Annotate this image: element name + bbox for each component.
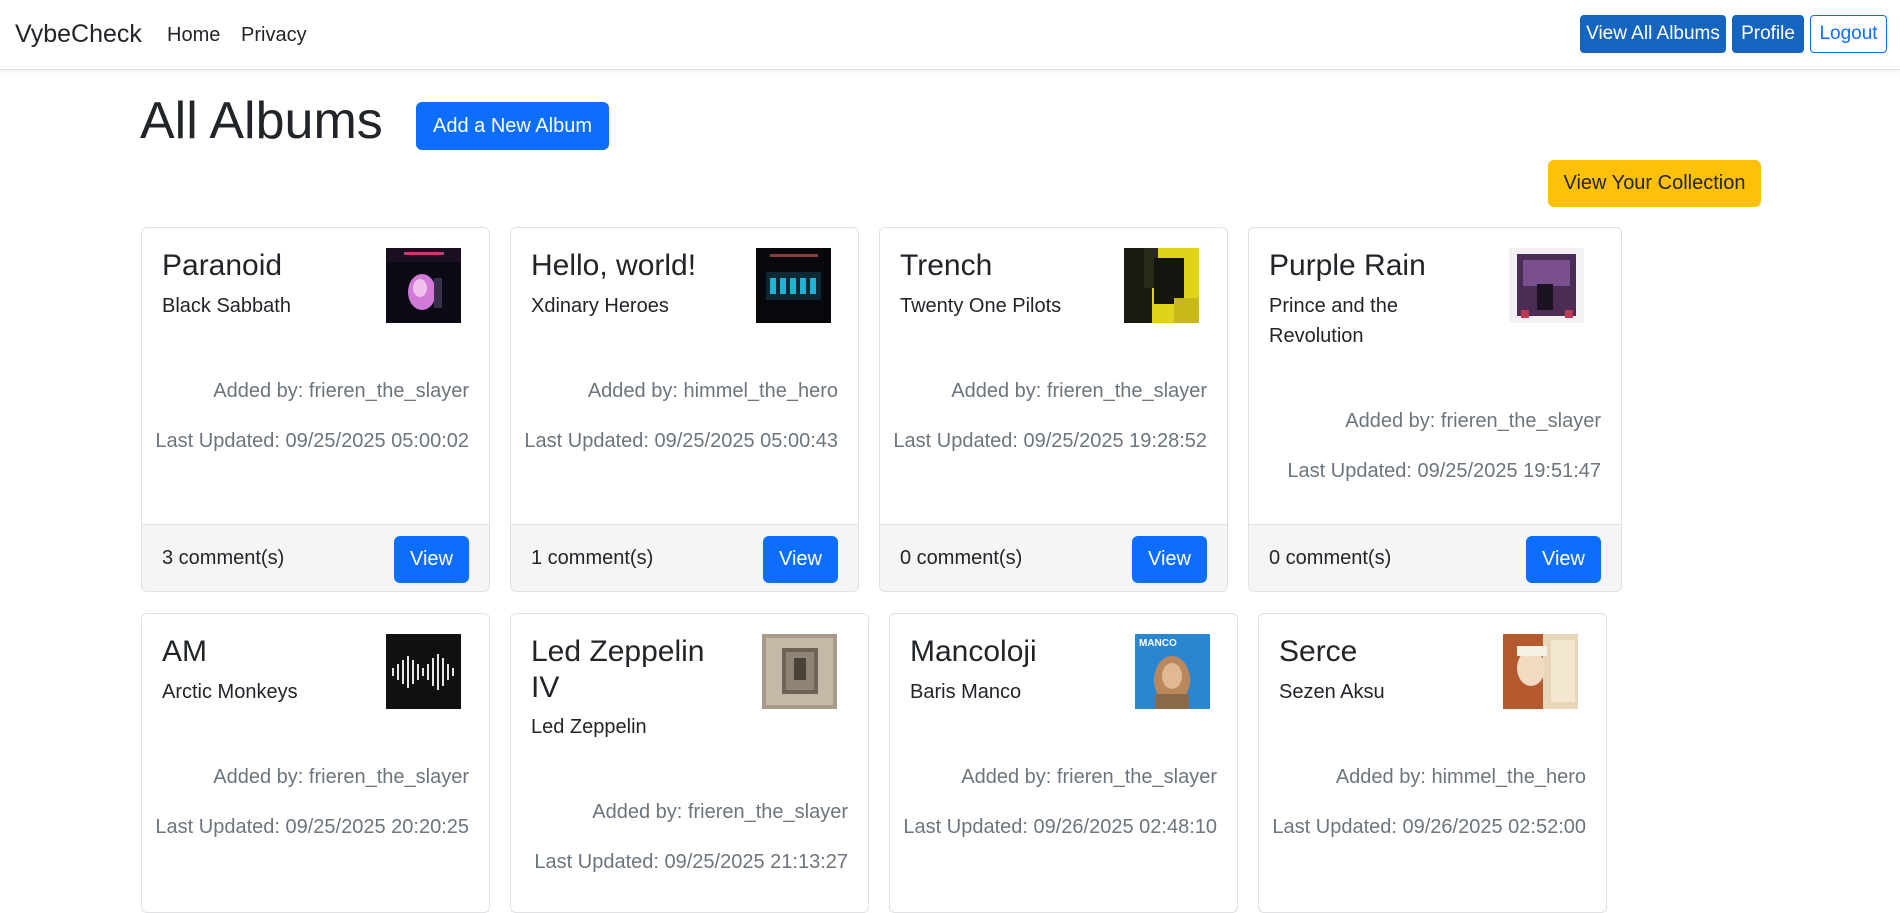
view-album-button[interactable]: View [763, 536, 838, 583]
album-cover [1503, 634, 1578, 709]
album-artist: Arctic Monkeys [162, 681, 298, 703]
added-by: Added by: himmel_the_hero [587, 380, 838, 402]
card-footer: 1 comment(s) View [511, 524, 858, 591]
comment-count: 3 comment(s) [162, 547, 285, 569]
profile-button[interactable]: Profile [1732, 15, 1804, 53]
added-by: Added by: frieren_the_slayer [213, 766, 469, 788]
added-by: Added by: frieren_the_slayer [1345, 410, 1601, 432]
album-title: Serce [1279, 635, 1358, 668]
album-title: Hello, world! [531, 249, 697, 282]
album-cover [386, 248, 461, 323]
album-artist: Prince and the Revolution [1269, 295, 1398, 347]
album-cover [1124, 248, 1199, 323]
added-by: Added by: himmel_the_hero [1335, 766, 1586, 788]
album-cover [386, 634, 461, 709]
last-updated: Last Updated: 09/25/2025 19:51:47 [1287, 460, 1601, 482]
album-card: Mancoloji Baris Manco MANCO Added by: fr… [889, 613, 1238, 913]
album-artist: Baris Manco [910, 681, 1022, 703]
view-collection-button[interactable]: View Your Collection [1548, 160, 1761, 207]
last-updated: Last Updated: 09/25/2025 21:13:27 [534, 851, 848, 873]
last-updated: Last Updated: 09/26/2025 02:48:10 [903, 816, 1217, 838]
album-card: Purple Rain Prince and the Revolution Ad… [1248, 227, 1622, 592]
card-footer: 0 comment(s) View [1249, 524, 1621, 591]
navbar: VybeCheck Home Privacy View All Albums P… [0, 0, 1900, 70]
album-artist: Xdinary Heroes [531, 295, 669, 317]
last-updated: Last Updated: 09/25/2025 05:00:02 [155, 430, 469, 452]
album-cover: MANCO [1135, 634, 1210, 709]
view-album-button[interactable]: View [394, 536, 469, 583]
album-cover [762, 634, 837, 709]
last-updated: Last Updated: 09/26/2025 02:52:00 [1272, 816, 1586, 838]
album-card: AM Arctic Monkeys Added by: frieren_the_… [141, 613, 490, 913]
comment-count: 0 comment(s) [1269, 547, 1392, 569]
album-card: Hello, world! Xdinary Heroes Added by: h… [510, 227, 859, 592]
album-title: Paranoid [162, 249, 283, 282]
card-footer: 3 comment(s) View [142, 524, 489, 591]
brand-logo[interactable]: VybeCheck [15, 20, 142, 49]
card-footer: 0 comment(s) View [880, 524, 1227, 591]
album-artist: Twenty One Pilots [900, 295, 1062, 317]
added-by: Added by: frieren_the_slayer [951, 380, 1207, 402]
cover-text: MANCO [1139, 638, 1177, 649]
album-title: AM [162, 635, 207, 668]
album-card: Led Zeppelin IV Led Zeppelin Added by: f… [510, 613, 869, 913]
logout-button[interactable]: Logout [1810, 15, 1887, 53]
nav-link-privacy[interactable]: Privacy [241, 24, 307, 47]
album-artist: Led Zeppelin [531, 716, 647, 738]
last-updated: Last Updated: 09/25/2025 19:28:52 [893, 430, 1207, 452]
album-card: Paranoid Black Sabbath Added by: frieren… [141, 227, 490, 592]
added-by: Added by: frieren_the_slayer [592, 801, 848, 823]
last-updated: Last Updated: 09/25/2025 05:00:43 [524, 430, 838, 452]
album-artist: Sezen Aksu [1279, 681, 1385, 703]
add-album-button[interactable]: Add a New Album [416, 102, 609, 150]
added-by: Added by: frieren_the_slayer [961, 766, 1217, 788]
album-title: Trench [900, 249, 993, 282]
view-album-button[interactable]: View [1132, 536, 1207, 583]
added-by: Added by: frieren_the_slayer [213, 380, 469, 402]
album-cover [1509, 248, 1584, 323]
album-title: Mancoloji [910, 635, 1037, 668]
page-title: All Albums [140, 92, 383, 150]
album-card: Trench Twenty One Pilots Added by: frier… [879, 227, 1228, 592]
album-cover [756, 248, 831, 323]
comment-count: 0 comment(s) [900, 547, 1023, 569]
last-updated: Last Updated: 09/25/2025 20:20:25 [155, 816, 469, 838]
album-title: Purple Rain [1269, 249, 1426, 282]
nav-link-home[interactable]: Home [167, 24, 220, 47]
comment-count: 1 comment(s) [531, 547, 654, 569]
album-artist: Black Sabbath [162, 295, 291, 317]
view-album-button[interactable]: View [1526, 536, 1601, 583]
view-all-albums-button[interactable]: View All Albums [1580, 15, 1726, 53]
album-title: Led Zeppelin IV [531, 635, 705, 704]
album-card: Serce Sezen Aksu Added by: himmel_the_he… [1258, 613, 1607, 913]
